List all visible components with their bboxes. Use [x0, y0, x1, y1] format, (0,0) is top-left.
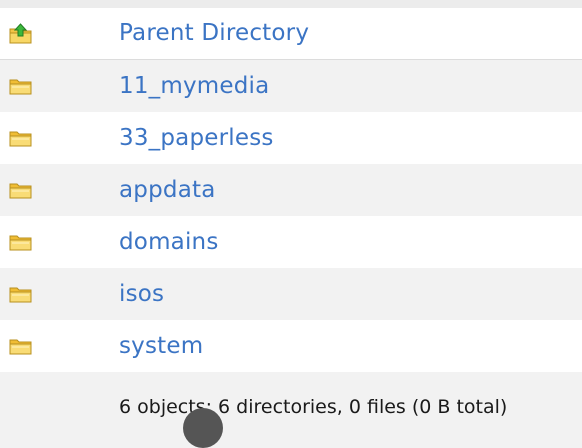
listing-summary: 6 objects: 6 directories, 0 files (0 B t… — [119, 396, 508, 418]
folder-icon — [8, 231, 34, 253]
directory-link[interactable]: 33_paperless — [119, 126, 274, 150]
folder-icon — [8, 179, 34, 201]
list-item[interactable]: 11_mymedia — [0, 60, 582, 112]
folder-icon — [8, 75, 34, 97]
directory-link[interactable]: domains — [119, 230, 219, 254]
folder-icon — [8, 335, 34, 357]
list-item[interactable]: system — [0, 320, 582, 372]
directory-link[interactable]: system — [119, 334, 203, 358]
folder-icon — [8, 127, 34, 149]
list-item[interactable]: domains — [0, 216, 582, 268]
parent-directory-icon — [8, 22, 34, 45]
directory-link[interactable]: appdata — [119, 178, 216, 202]
list-item[interactable]: 33_paperless — [0, 112, 582, 164]
parent-directory-link[interactable]: Parent Directory — [119, 22, 309, 45]
folder-icon — [8, 283, 34, 305]
directory-link[interactable]: isos — [119, 282, 164, 306]
list-item[interactable]: isos — [0, 268, 582, 320]
top-strip — [0, 0, 582, 8]
list-item-parent-directory[interactable]: Parent Directory — [0, 8, 582, 60]
touch-indicator — [183, 408, 223, 448]
directory-listing: Parent Directory 11_mymedia 33_paperless — [0, 8, 582, 372]
directory-link[interactable]: 11_mymedia — [119, 74, 269, 98]
list-item[interactable]: appdata — [0, 164, 582, 216]
